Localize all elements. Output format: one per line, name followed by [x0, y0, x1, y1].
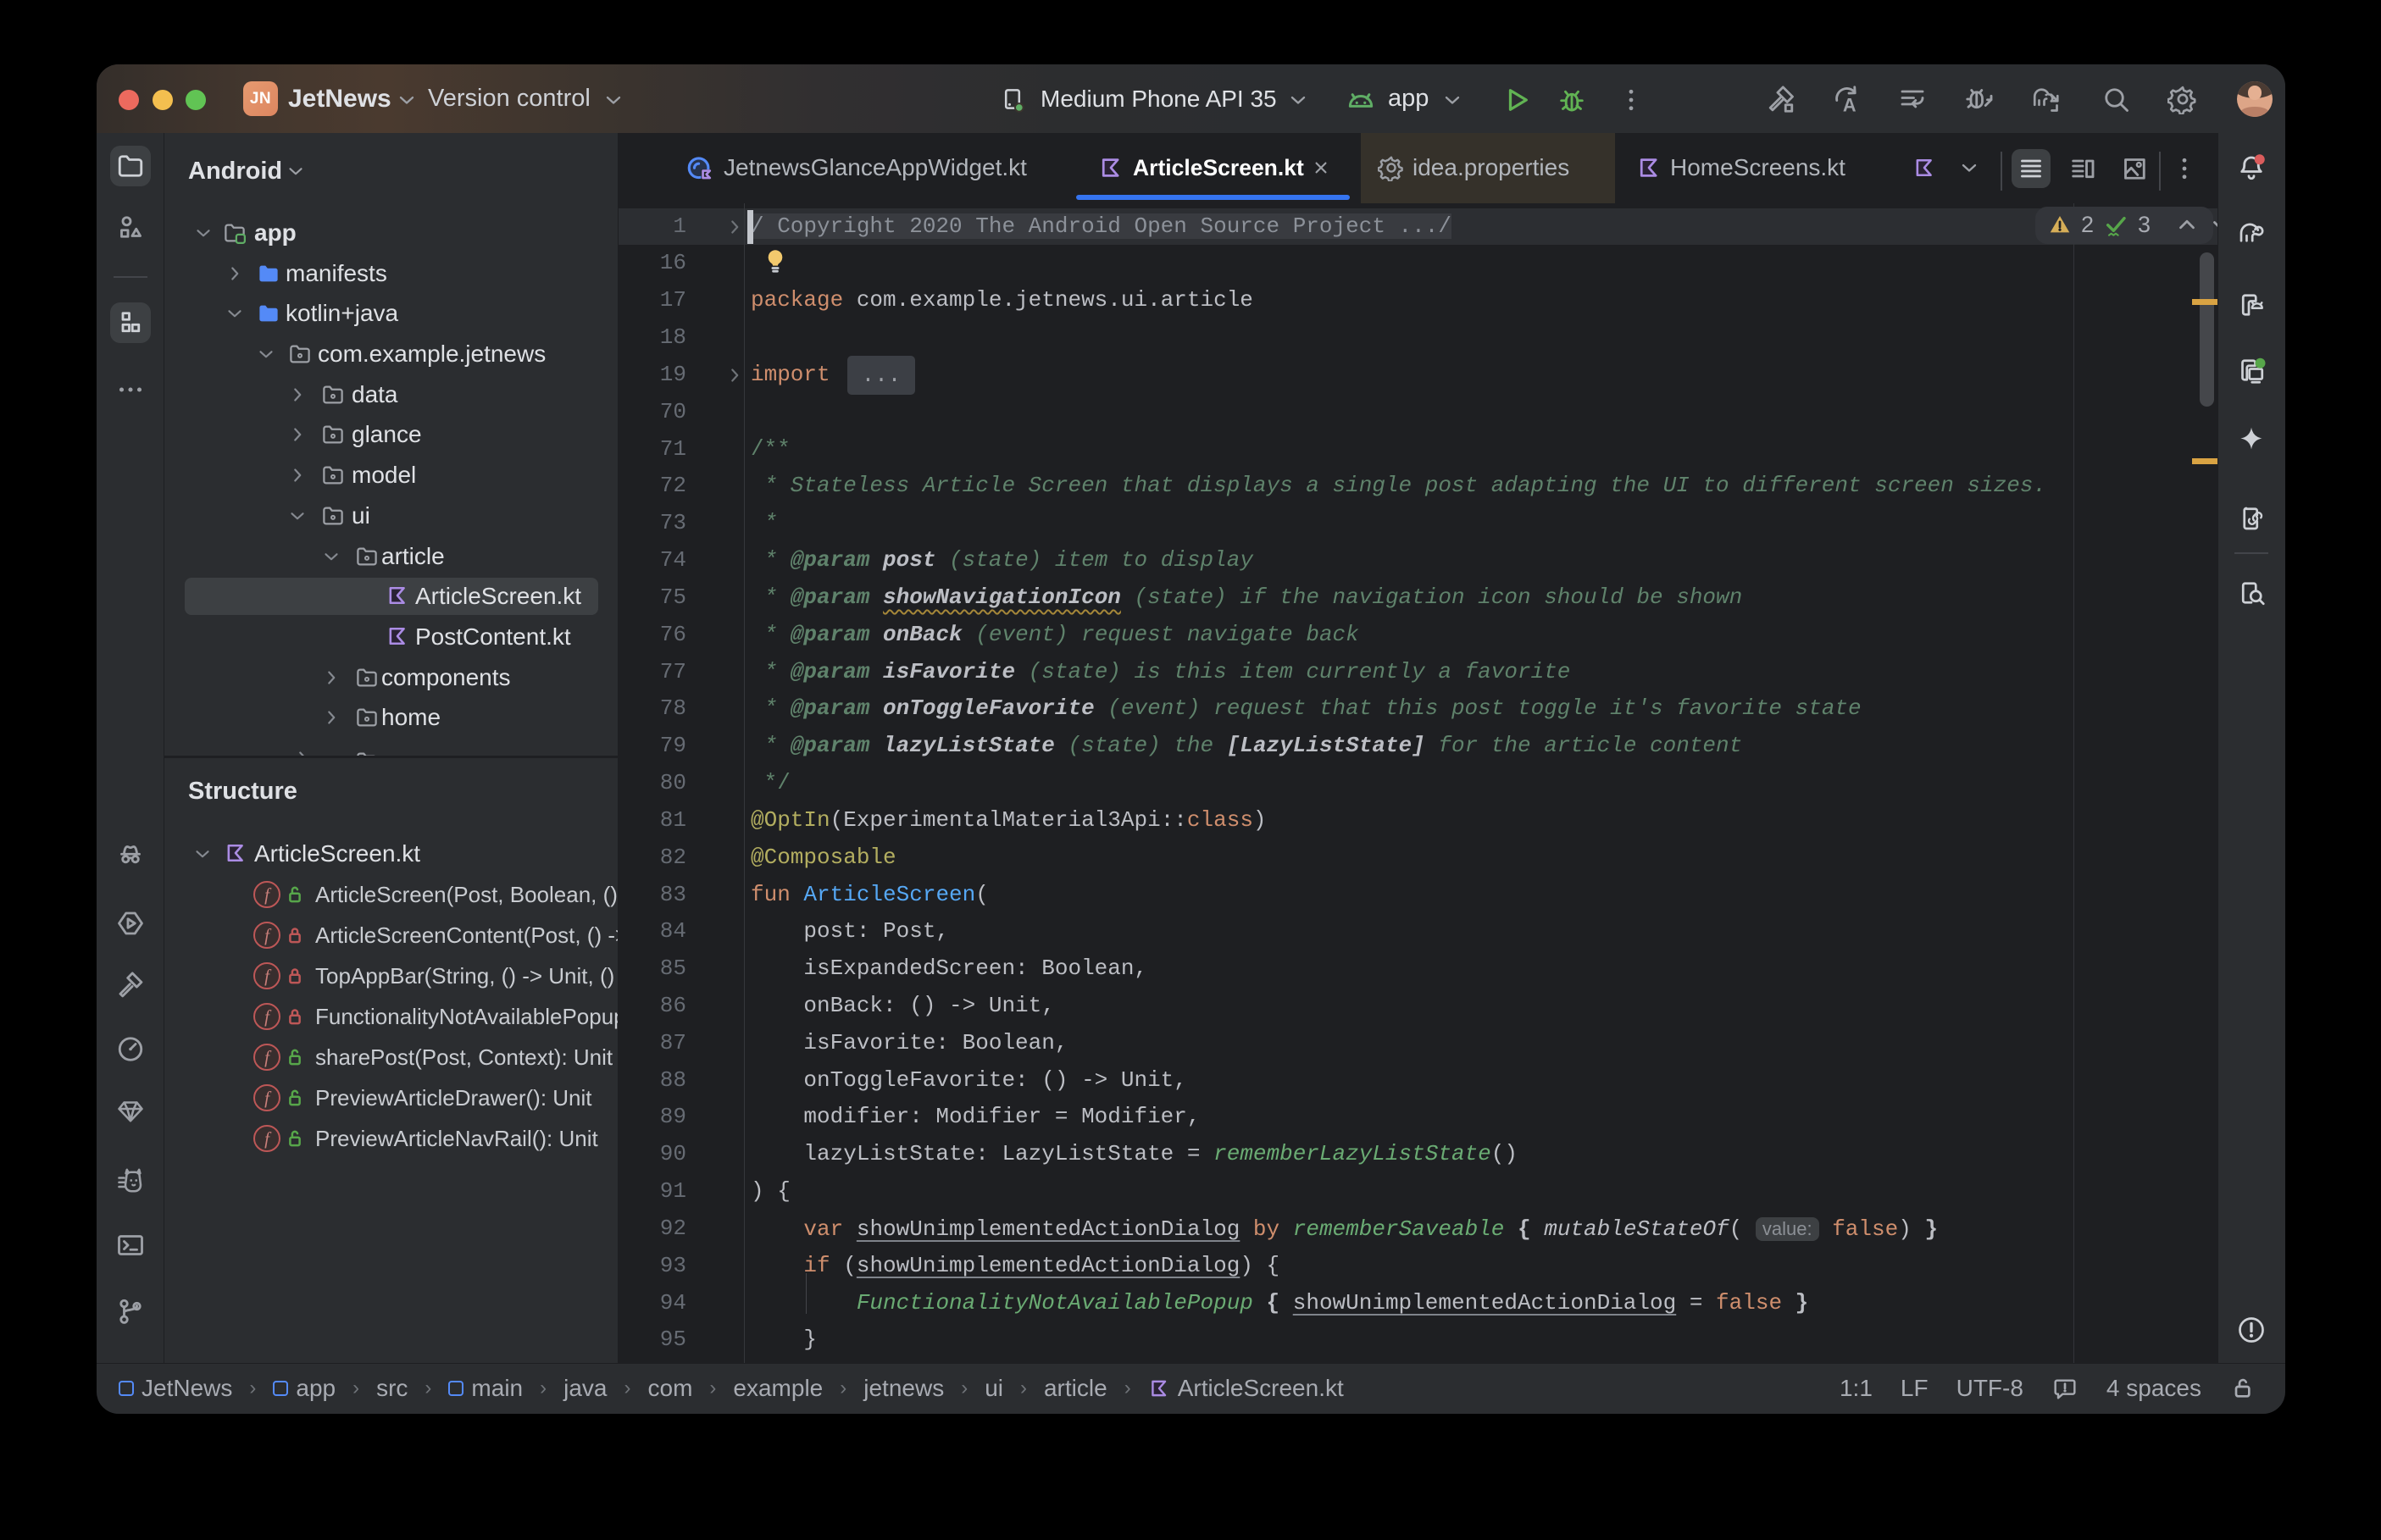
svg-text:A: A: [1843, 94, 1857, 114]
